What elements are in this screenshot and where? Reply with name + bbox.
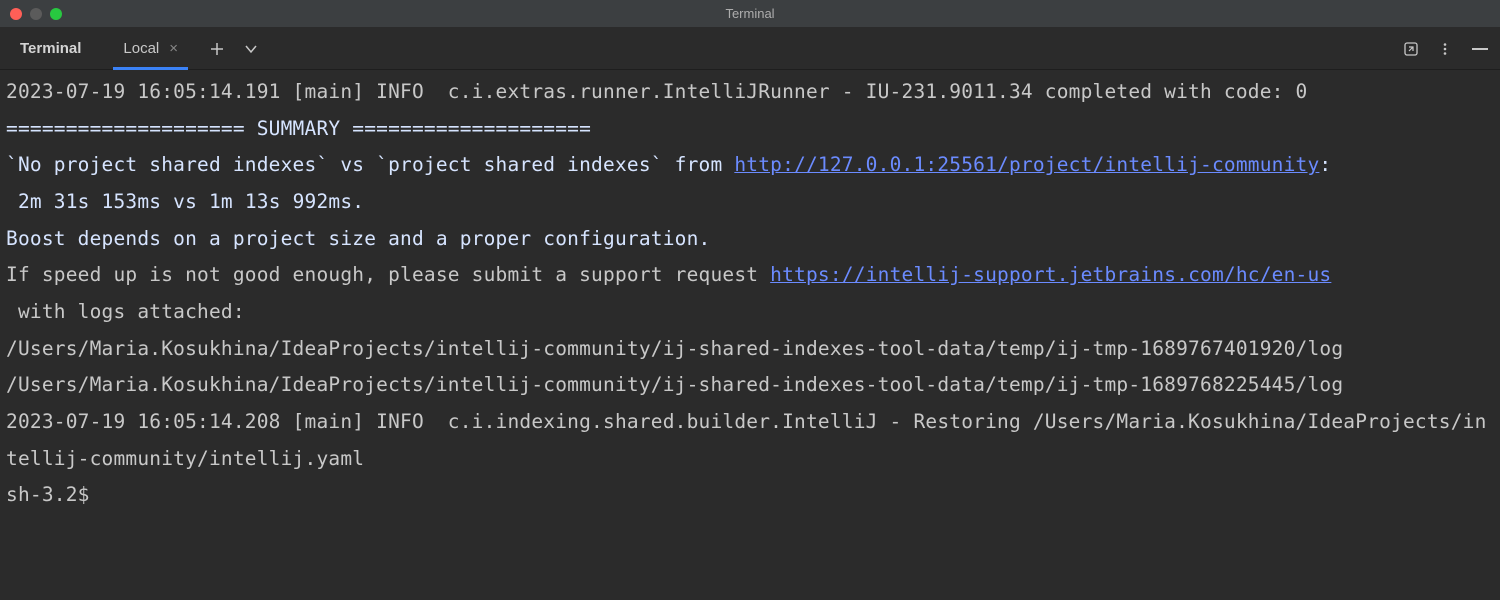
text-run: `No project shared indexes` vs `project … <box>6 153 734 176</box>
tool-window-title: Terminal <box>12 40 89 57</box>
support-url-link[interactable]: https://intellij-support.jetbrains.com/h… <box>770 263 1331 286</box>
plus-icon <box>210 42 224 56</box>
close-window-icon[interactable] <box>10 8 22 20</box>
toolbar-right-actions <box>1404 42 1488 56</box>
new-tab-button[interactable] <box>210 42 224 56</box>
tab-dropdown-button[interactable] <box>244 42 258 56</box>
shell-prompt: sh-3.2$ <box>6 483 90 506</box>
tab-label: Local <box>123 40 159 57</box>
maximize-tool-button[interactable] <box>1404 42 1418 56</box>
minimize-icon <box>1472 47 1488 51</box>
terminal-output[interactable]: 2023-07-19 16:05:14.191 [main] INFO c.i.… <box>0 70 1500 518</box>
terminal-tab-local[interactable]: Local × <box>113 28 188 69</box>
text-run: : <box>1319 153 1331 176</box>
log-line: If speed up is not good enough, please s… <box>6 257 1494 294</box>
kebab-icon <box>1438 42 1452 56</box>
close-tab-icon[interactable]: × <box>169 41 178 56</box>
summary-divider: ==================== SUMMARY ===========… <box>6 111 1494 148</box>
chevron-down-icon <box>244 42 258 56</box>
traffic-lights <box>0 8 62 20</box>
log-line: 2m 31s 153ms vs 1m 13s 992ms. <box>6 184 1494 221</box>
expand-diagonal-icon <box>1404 42 1418 56</box>
maximize-window-icon[interactable] <box>50 8 62 20</box>
log-path: /Users/Maria.Kosukhina/IdeaProjects/inte… <box>6 367 1494 404</box>
text-run: If speed up is not good enough, please s… <box>6 263 770 286</box>
project-url-link[interactable]: http://127.0.0.1:25561/project/intellij-… <box>734 153 1319 176</box>
options-menu-button[interactable] <box>1438 42 1452 56</box>
window-title: Terminal <box>725 6 774 21</box>
window-titlebar: Terminal <box>0 0 1500 28</box>
log-line: 2023-07-19 16:05:14.208 [main] INFO c.i.… <box>6 404 1494 477</box>
log-path: /Users/Maria.Kosukhina/IdeaProjects/inte… <box>6 331 1494 368</box>
tab-actions <box>210 42 258 56</box>
log-line: with logs attached: <box>6 294 1494 331</box>
hide-tool-button[interactable] <box>1472 47 1488 51</box>
terminal-toolbar: Terminal Local × <box>0 28 1500 70</box>
log-line: Boost depends on a project size and a pr… <box>6 221 1494 258</box>
log-line: 2023-07-19 16:05:14.191 [main] INFO c.i.… <box>6 74 1494 111</box>
minimize-window-icon[interactable] <box>30 8 42 20</box>
selected-text: ==================== SUMMARY ===========… <box>6 111 1494 258</box>
log-line: `No project shared indexes` vs `project … <box>6 147 1494 184</box>
